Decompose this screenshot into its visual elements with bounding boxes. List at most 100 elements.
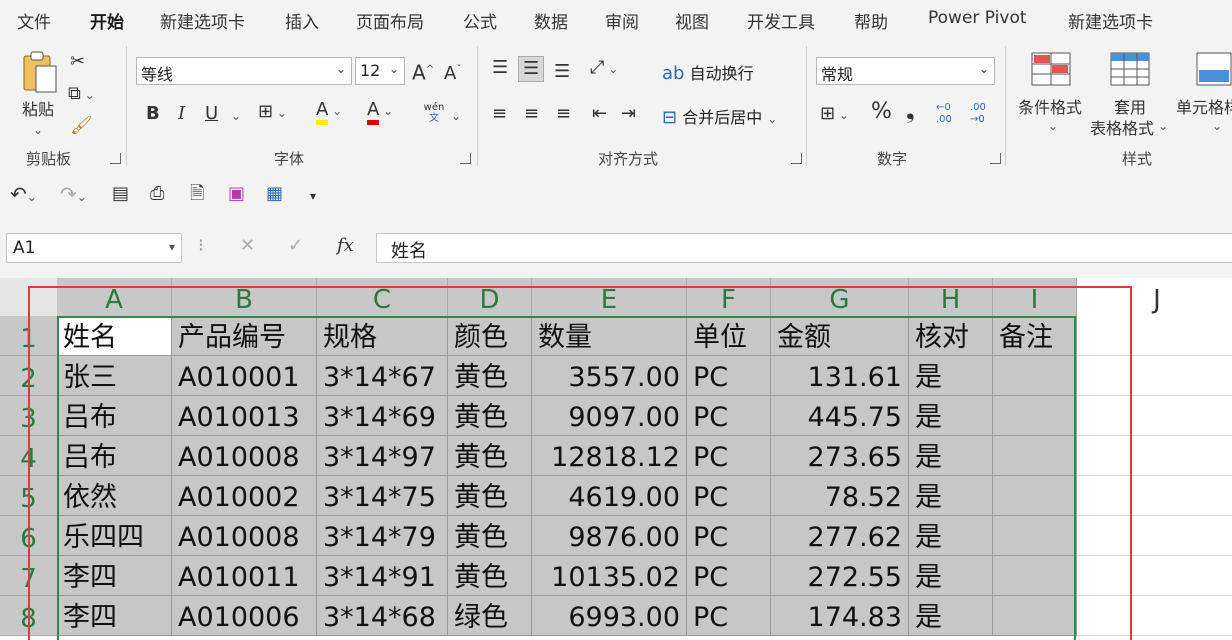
align-left-icon[interactable]: ≡ — [492, 104, 507, 124]
align-bottom-icon[interactable]: ☰ — [554, 62, 570, 82]
table-cell[interactable]: A010002 — [172, 476, 317, 516]
table-cell[interactable]: 黄色 — [448, 476, 532, 516]
font-launcher-icon[interactable] — [460, 153, 471, 164]
table-cell[interactable]: PC — [687, 356, 771, 396]
table-cell[interactable] — [993, 436, 1077, 476]
table-cell[interactable]: 78.52 — [771, 476, 909, 516]
chevron-down-icon[interactable]: ⌄ — [1158, 116, 1168, 136]
column-header-d[interactable]: D — [448, 278, 532, 316]
table-cell[interactable]: 是 — [909, 356, 993, 396]
table-cell[interactable]: 3*14*69 — [317, 396, 448, 436]
select-all-corner[interactable] — [0, 278, 57, 316]
comma-button[interactable]: ❟ — [906, 101, 915, 123]
tab-data[interactable]: 数据 — [534, 8, 568, 33]
table-cell[interactable]: 277.62 — [771, 516, 909, 556]
row-header-6[interactable]: 6 — [0, 516, 57, 556]
table-cell[interactable] — [993, 356, 1077, 396]
cancel-icon[interactable]: ✕ — [240, 236, 255, 256]
phonetic-button[interactable]: wén 文 — [422, 102, 446, 124]
header-cell[interactable]: 金额 — [771, 316, 909, 356]
table-cell[interactable]: 黄色 — [448, 356, 532, 396]
cell-styles-label[interactable]: 单元格样 — [1176, 94, 1232, 118]
column-header-e[interactable]: E — [532, 278, 687, 316]
table-cell[interactable]: 依然 — [57, 476, 172, 516]
tab-page-layout[interactable]: 页面布局 — [356, 8, 424, 33]
copy-icon[interactable]: ⧉ ⌄ — [68, 84, 95, 105]
customize-qat-icon[interactable]: ▾ — [310, 186, 316, 206]
conditional-format-button[interactable] — [1031, 52, 1071, 86]
layout-icon[interactable]: ▦ — [266, 184, 283, 204]
format-painter-icon[interactable]: 🖌 — [70, 116, 93, 136]
table-cell[interactable]: A010013 — [172, 396, 317, 436]
table-cell[interactable]: 3*14*91 — [317, 556, 448, 596]
table-cell[interactable]: PC — [687, 476, 771, 516]
table-cell[interactable]: 10135.02 — [532, 556, 687, 596]
table-cell[interactable]: A010001 — [172, 356, 317, 396]
underline-dropdown-icon[interactable]: ⌄ — [231, 106, 241, 126]
column-header-g[interactable]: G — [771, 278, 909, 316]
italic-button[interactable]: I — [178, 104, 185, 124]
table-cell[interactable]: 是 — [909, 436, 993, 476]
decrease-decimal-button[interactable]: .00 →0 — [970, 102, 986, 126]
table-cell[interactable]: A010008 — [172, 436, 317, 476]
empty-cell[interactable] — [1077, 316, 1232, 356]
column-header-a[interactable]: A — [57, 278, 172, 316]
table-cell[interactable]: 6993.00 — [532, 596, 687, 636]
table-cell[interactable] — [993, 396, 1077, 436]
table-cell[interactable]: 是 — [909, 476, 993, 516]
table-cell[interactable]: 李四 — [57, 556, 172, 596]
table-cell[interactable]: 3*14*67 — [317, 356, 448, 396]
number-format-combo[interactable]: 常规 ⌄ — [816, 57, 995, 85]
enter-icon[interactable]: ✓ — [288, 236, 303, 256]
table-cell[interactable]: 12818.12 — [532, 436, 687, 476]
table-cell[interactable]: 吕布 — [57, 396, 172, 436]
column-header-b[interactable]: B — [172, 278, 317, 316]
print-icon[interactable]: ⎙ — [150, 184, 164, 204]
empty-cell[interactable] — [1077, 396, 1232, 436]
table-cell[interactable]: PC — [687, 556, 771, 596]
table-cell[interactable]: A010006 — [172, 596, 317, 636]
empty-cell[interactable] — [1077, 356, 1232, 396]
table-cell[interactable]: 174.83 — [771, 596, 909, 636]
table-cell[interactable] — [993, 596, 1077, 636]
page-setup-icon[interactable]: 🗎 — [190, 184, 204, 204]
redo-icon[interactable]: ↷⌄ — [60, 184, 87, 207]
row-header-3[interactable]: 3 — [0, 396, 57, 436]
merge-center-button[interactable]: ⊟ 合并后居中 ⌄ — [662, 104, 777, 128]
print-preview-icon[interactable]: ▤ — [112, 184, 129, 204]
tab-developer[interactable]: 开发工具 — [747, 8, 815, 33]
conditional-format-label[interactable]: 条件格式 — [1018, 94, 1082, 118]
decrease-indent-icon[interactable]: ⇤ — [592, 104, 607, 124]
table-cell[interactable]: 黄色 — [448, 516, 532, 556]
column-header-j[interactable]: J — [1077, 278, 1232, 316]
undo-icon[interactable]: ↶⌄ — [10, 184, 37, 207]
chevron-down-icon[interactable]: ⌄ — [1212, 116, 1222, 136]
font-size-combo[interactable]: 12 ⌄ — [355, 57, 405, 85]
empty-cell[interactable] — [1077, 596, 1232, 636]
table-cell[interactable]: 131.61 — [771, 356, 909, 396]
header-cell[interactable]: 核对 — [909, 316, 993, 356]
phonetic-dropdown-icon[interactable]: ⌄ — [451, 106, 461, 126]
format-as-table-label-2[interactable]: 表格格式 — [1090, 115, 1154, 139]
tab-view[interactable]: 视图 — [675, 8, 709, 33]
font-color-button[interactable]: A ⌄ — [367, 100, 393, 125]
table-cell[interactable]: 黄色 — [448, 396, 532, 436]
table-cell[interactable]: 绿色 — [448, 596, 532, 636]
column-header-h[interactable]: H — [909, 278, 993, 316]
font-name-combo[interactable]: 等线 ⌄ — [136, 57, 352, 85]
table-cell[interactable]: 黄色 — [448, 556, 532, 596]
align-middle-icon[interactable]: ☰ — [518, 56, 545, 82]
table-cell[interactable]: 李四 — [57, 596, 172, 636]
align-center-icon[interactable]: ≡ — [524, 104, 539, 124]
table-cell[interactable]: PC — [687, 516, 771, 556]
table-cell[interactable]: 273.65 — [771, 436, 909, 476]
empty-cell[interactable] — [1077, 436, 1232, 476]
chevron-down-icon[interactable]: ⌄ — [1048, 116, 1058, 136]
table-cell[interactable]: 445.75 — [771, 396, 909, 436]
spreadsheet-grid[interactable]: ABCDEFGHIJ 12345678 姓名 产品编号 规格 颜色 数量 单位 金额 核对 备注… — [0, 278, 1232, 640]
name-box[interactable]: A1 ▾ — [6, 233, 182, 263]
table-cell[interactable]: A010011 — [172, 556, 317, 596]
row-header-8[interactable]: 8 — [0, 596, 57, 636]
table-cell[interactable]: 黄色 — [448, 436, 532, 476]
tab-new-2[interactable]: 新建选项卡 — [1068, 8, 1153, 33]
